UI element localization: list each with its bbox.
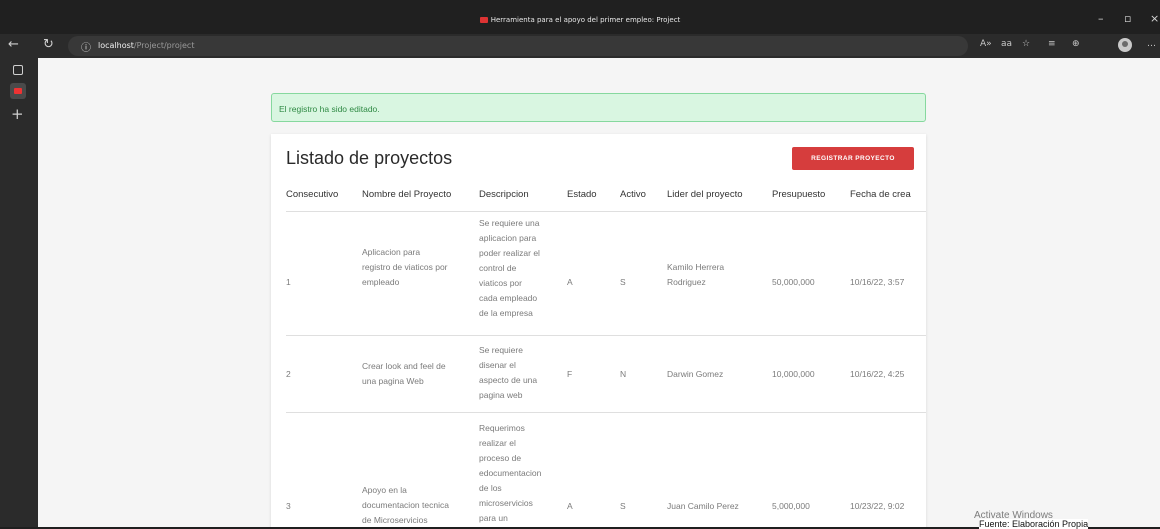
read-aloud-icon[interactable]: A» bbox=[980, 39, 992, 49]
url-text: localhost/Project/project bbox=[98, 41, 195, 50]
favorites-list-icon[interactable]: ≡ bbox=[1048, 39, 1056, 49]
immersive-reader-icon[interactable]: aa bbox=[1001, 39, 1012, 49]
vertical-tabs-sidebar: + bbox=[0, 58, 38, 527]
column-header-nombre[interactable]: Nombre del Proyecto bbox=[362, 189, 451, 200]
cell-name: Crear look and feel de una pagina Web bbox=[362, 361, 446, 386]
column-header-descripcion[interactable]: Descripcion bbox=[479, 189, 529, 200]
cell-description: Se requiere disenar el aspecto de una pa… bbox=[479, 345, 538, 400]
cell-budget: 50,000,000 bbox=[772, 277, 815, 287]
source-caption: Fuente: Elaboración Propia bbox=[979, 519, 1089, 529]
cell-id: 3 bbox=[286, 501, 291, 511]
page-title: Listado de proyectos bbox=[286, 148, 453, 168]
cell-budget: 5,000,000 bbox=[772, 501, 810, 511]
tab-actions-icon[interactable] bbox=[13, 65, 23, 75]
column-header-fecha[interactable]: Fecha de crea bbox=[850, 189, 911, 200]
back-icon[interactable]: ← bbox=[8, 37, 19, 52]
cell-id: 1 bbox=[286, 277, 291, 287]
projects-card: Listado de proyectos REGISTRAR PROYECTO … bbox=[271, 134, 926, 527]
column-header-consecutivo[interactable]: Consecutivo bbox=[286, 189, 338, 200]
cell-name: Aplicacion para registro de viaticos por… bbox=[362, 247, 448, 287]
page-content: El registro ha sido editado. Listado de … bbox=[38, 58, 1160, 527]
cell-active: S bbox=[620, 501, 626, 511]
register-project-button[interactable]: REGISTRAR PROYECTO bbox=[792, 147, 914, 170]
cell-status: A bbox=[567, 277, 573, 287]
column-header-activo[interactable]: Activo bbox=[620, 189, 646, 200]
column-header-estado[interactable]: Estado bbox=[567, 189, 597, 200]
active-tab[interactable] bbox=[10, 83, 26, 99]
cell-description: Se requiere una aplicacion para poder re… bbox=[479, 218, 540, 318]
window-title: Herramienta para el apoyo del primer emp… bbox=[0, 16, 1160, 24]
cell-date: 10/16/22, 3:57 bbox=[850, 277, 905, 287]
cell-leader: Kamilo Herrera Rodriguez bbox=[667, 262, 725, 287]
cell-leader: Darwin Gomez bbox=[667, 369, 724, 379]
profile-avatar[interactable] bbox=[1118, 38, 1132, 52]
cell-budget: 10,000,000 bbox=[772, 369, 815, 379]
cell-id: 2 bbox=[286, 369, 291, 379]
header-divider bbox=[286, 211, 926, 212]
site-favicon-icon bbox=[479, 17, 488, 23]
alert-message: El registro ha sido editado. bbox=[279, 104, 380, 114]
more-icon[interactable]: … bbox=[1147, 39, 1156, 49]
cell-status: A bbox=[567, 501, 573, 511]
new-tab-icon[interactable]: + bbox=[11, 105, 24, 123]
cell-date: 10/16/22, 4:25 bbox=[850, 369, 905, 379]
cell-name: Apoyo en la documentacion tecnica de Mic… bbox=[362, 485, 449, 525]
row-divider bbox=[286, 335, 926, 336]
window-titlebar: Herramienta para el apoyo del primer emp… bbox=[0, 0, 1160, 34]
cell-active: N bbox=[620, 369, 627, 379]
success-alert: El registro ha sido editado. bbox=[271, 93, 926, 122]
tab-favicon-icon bbox=[14, 88, 22, 94]
close-icon[interactable]: × bbox=[1150, 12, 1159, 25]
minimize-icon[interactable]: – bbox=[1098, 12, 1104, 25]
column-header-lider[interactable]: Lider del proyecto bbox=[667, 189, 743, 200]
browser-toolbar: ← ↻ ⓘ localhost/Project/project A» aa ☆ … bbox=[0, 34, 1160, 58]
cell-date: 10/23/22, 9:02 bbox=[850, 501, 905, 511]
column-header-presupuesto[interactable]: Presupuesto bbox=[772, 189, 825, 200]
cell-description: Requerimos realizar el proceso de edocum… bbox=[479, 423, 542, 523]
collections-icon[interactable]: ⊕ bbox=[1072, 39, 1080, 49]
cell-leader: Juan Camilo Perez bbox=[667, 501, 739, 511]
address-field[interactable]: ⓘ localhost/Project/project bbox=[68, 36, 968, 56]
cell-status: F bbox=[567, 369, 573, 379]
maximize-icon[interactable]: ▫ bbox=[1124, 12, 1131, 25]
favorite-icon[interactable]: ☆ bbox=[1022, 39, 1030, 49]
cell-active: S bbox=[620, 277, 626, 287]
row-divider bbox=[286, 412, 926, 413]
info-icon[interactable]: ⓘ bbox=[81, 39, 91, 54]
refresh-icon[interactable]: ↻ bbox=[43, 37, 54, 52]
